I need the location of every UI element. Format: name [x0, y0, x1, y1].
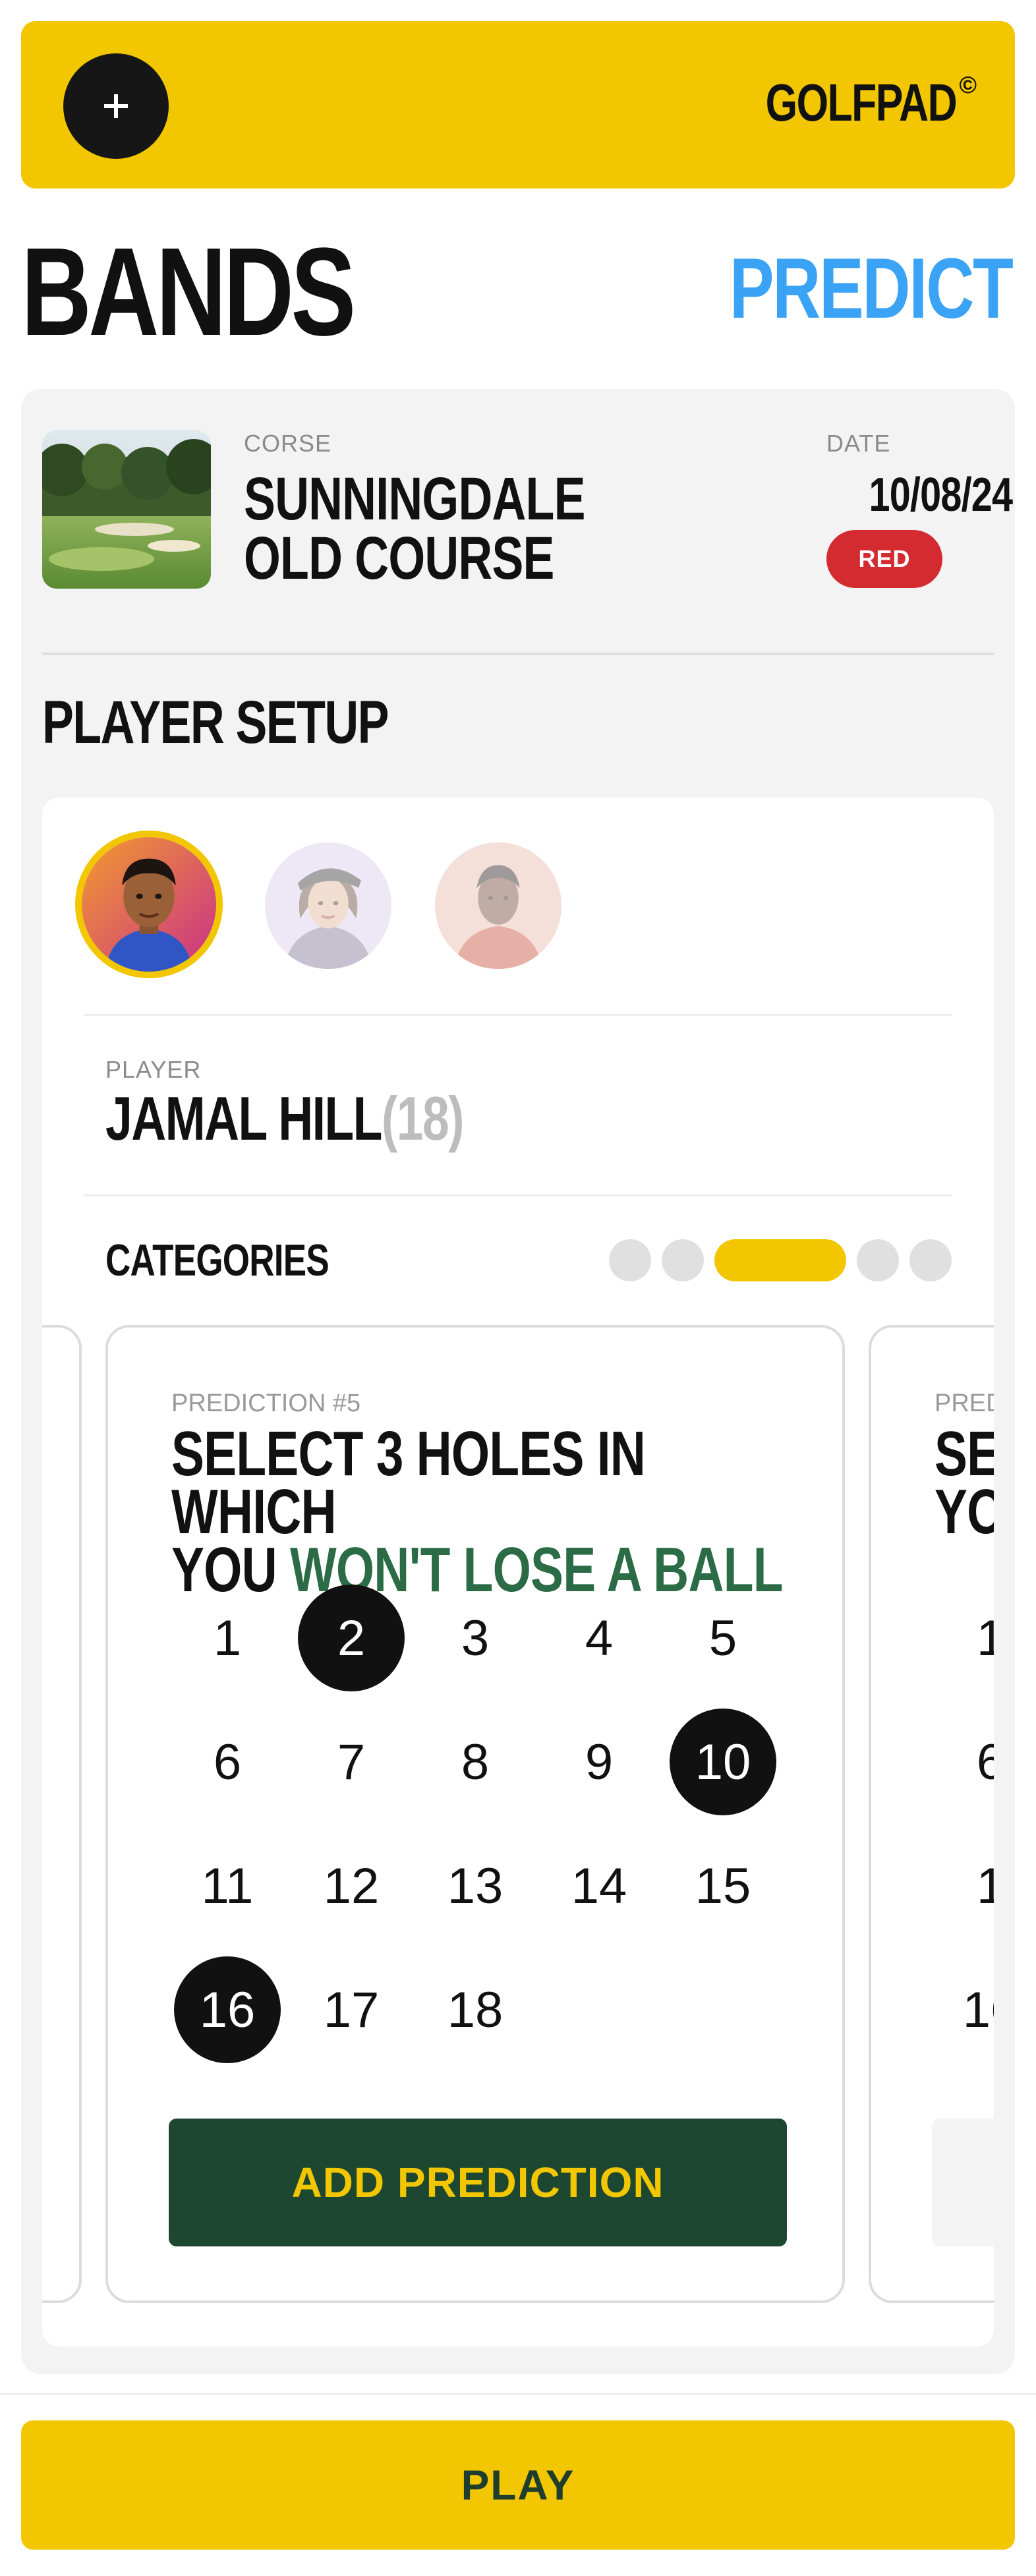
app-header: GOLFPAD ©	[21, 21, 1015, 189]
divider	[0, 2393, 1036, 2395]
prediction-question: SELECT 3 HOLES IN WHICH YOU WON'T LOSE A…	[171, 1419, 783, 1605]
hole-button[interactable]: 6	[937, 1709, 994, 1815]
hole-button[interactable]: 16	[937, 1956, 994, 2063]
player-avatar-selected[interactable]	[75, 831, 223, 978]
section-title-player-setup: PLAYER SETUP	[42, 689, 389, 756]
player-setup-card: PLAYER JAMAL HILL(18) CATEGORIES PREDICT…	[42, 798, 994, 2347]
pager-dot[interactable]	[857, 1239, 899, 1281]
tee-badge: RED	[826, 530, 942, 588]
prediction-card-previous[interactable]	[42, 1325, 82, 2303]
play-button[interactable]: PLAY	[21, 2420, 1015, 2550]
player-label: PLAYER	[105, 1056, 202, 1083]
hole-button[interactable]: 6	[174, 1709, 281, 1815]
pager-dot[interactable]	[909, 1239, 952, 1281]
course-photo	[42, 430, 211, 589]
hole-button[interactable]: 18	[422, 1956, 529, 2063]
course-label: CORSE	[244, 430, 332, 457]
player-avatar[interactable]	[435, 842, 561, 969]
hole-button[interactable]: 15	[670, 1832, 776, 1939]
divider	[84, 1014, 952, 1016]
divider	[84, 1194, 952, 1196]
add-prediction-button[interactable]: ADD PREDICTION	[169, 2119, 787, 2246]
hole-button[interactable]: 9	[546, 1709, 652, 1815]
course-name: SUNNINGDALE OLD COURSE	[244, 465, 585, 592]
hole-button[interactable]: 14	[546, 1832, 652, 1939]
divider	[42, 653, 994, 655]
pager-dot[interactable]	[662, 1239, 704, 1281]
player-name: JAMAL HILL(18)	[105, 1084, 465, 1153]
hole-button[interactable]: 17	[298, 1956, 405, 2063]
pager-dot[interactable]	[609, 1239, 651, 1281]
hole-button[interactable]: 4	[546, 1585, 652, 1691]
hole-button-selected[interactable]: 2	[298, 1585, 405, 1691]
predict-link[interactable]: PREDICT	[730, 245, 1014, 331]
date-label: DATE	[826, 430, 891, 457]
hole-button[interactable]: 12	[298, 1832, 405, 1939]
hole-button[interactable]: 13	[422, 1832, 529, 1939]
hole-button-selected[interactable]: 16	[174, 1956, 281, 2063]
player-avatar[interactable]	[265, 842, 391, 969]
hole-button[interactable]: 1	[937, 1832, 994, 1939]
brand-logo: GOLFPAD ©	[765, 71, 977, 132]
player-handicap: (18)	[381, 1084, 465, 1153]
hole-button[interactable]: 1	[174, 1585, 281, 1691]
hole-button[interactable]: 8	[422, 1709, 529, 1815]
category-pager	[609, 1239, 952, 1281]
pager-dot-active[interactable]	[714, 1239, 846, 1281]
round-date: 10/08/24	[869, 469, 1013, 521]
page-title: BANDS	[21, 222, 356, 362]
prediction-number: PREDICTION #5	[171, 1390, 361, 1417]
prediction-card: PREDICTION #5 SELECT 3 HOLES IN WHICH YO…	[105, 1325, 845, 2303]
hole-button[interactable]: 11	[174, 1832, 281, 1939]
categories-title: CATEGORIES	[105, 1235, 330, 1285]
hole-button[interactable]: 1	[937, 1585, 994, 1691]
prediction-card-next[interactable]: PRED SEL YOU 16116	[869, 1325, 994, 2303]
hole-button[interactable]: 7	[298, 1709, 405, 1815]
add-prediction-button[interactable]	[932, 2119, 994, 2246]
hole-button-selected[interactable]: 10	[670, 1709, 776, 1815]
add-button[interactable]	[63, 53, 169, 159]
hole-button[interactable]: 3	[422, 1585, 529, 1691]
plus-icon	[104, 94, 128, 118]
hole-button[interactable]: 5	[670, 1585, 776, 1691]
